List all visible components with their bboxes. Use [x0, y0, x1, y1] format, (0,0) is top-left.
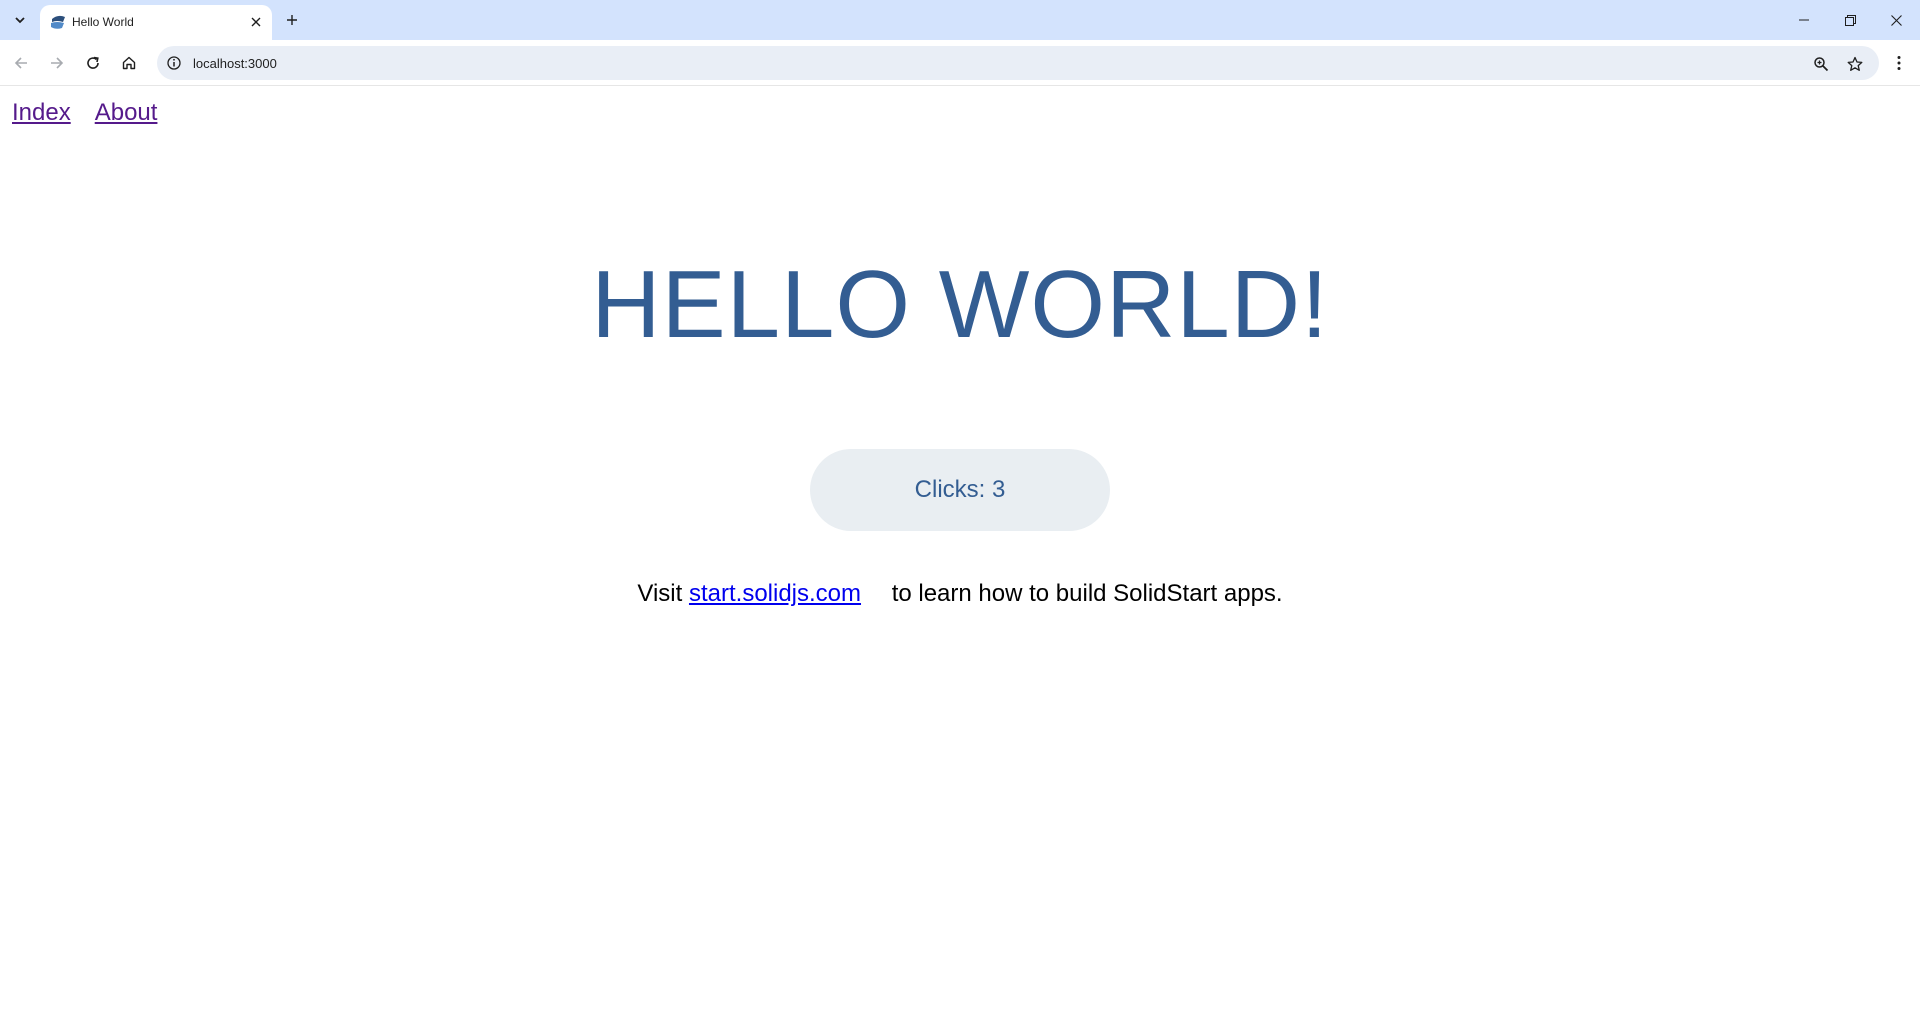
address-bar[interactable]: localhost:3000: [157, 46, 1879, 80]
home-button[interactable]: [113, 47, 145, 79]
zoom-icon: [1814, 57, 1829, 72]
minimize-button[interactable]: [1781, 0, 1827, 40]
address-url[interactable]: localhost:3000: [193, 56, 277, 71]
more-vert-icon: [1897, 56, 1901, 70]
home-icon: [122, 56, 136, 70]
restore-button[interactable]: [1827, 0, 1873, 40]
info-icon[interactable]: [166, 55, 182, 71]
star-icon: [1847, 56, 1863, 71]
minimize-icon: [1799, 19, 1809, 21]
page-viewport: Index About HELLO WORLD! Clicks: 3 Visit…: [0, 87, 1920, 1032]
new-tab-button[interactable]: [280, 8, 304, 32]
reload-button[interactable]: [77, 47, 109, 79]
window-close-button[interactable]: [1873, 0, 1919, 40]
click-counter-button[interactable]: Clicks: 3: [810, 449, 1110, 531]
site-nav: Index About: [12, 99, 157, 127]
tab-strip: Hello World: [0, 0, 1920, 40]
nav-link-about[interactable]: About: [95, 99, 158, 127]
chevron-down-icon: [15, 17, 25, 24]
restore-icon: [1844, 14, 1856, 26]
browser-tab-active[interactable]: Hello World: [40, 5, 272, 40]
footer-text: Visit start.solidjs.com to learn how to …: [0, 580, 1920, 608]
footer-prefix: Visit: [637, 580, 683, 607]
browser-menu-button[interactable]: [1884, 47, 1914, 79]
page-heading: HELLO WORLD!: [591, 251, 1329, 358]
forward-icon: [51, 57, 64, 69]
tab-search-button[interactable]: [7, 8, 33, 32]
nav-link-index[interactable]: Index: [12, 99, 71, 127]
solid-favicon: [51, 15, 65, 29]
back-button[interactable]: [5, 47, 37, 79]
window-close-icon: [1890, 14, 1902, 26]
close-icon: [251, 17, 261, 27]
zoom-button[interactable]: [1810, 53, 1832, 75]
browser-toolbar: localhost:3000: [0, 40, 1920, 86]
solidjs-link[interactable]: start.solidjs.com: [689, 580, 861, 607]
tab-close-button[interactable]: [246, 12, 266, 32]
back-icon: [14, 57, 27, 69]
reload-icon: [87, 56, 99, 69]
footer-suffix: to learn how to build SolidStart apps.: [891, 580, 1283, 607]
plus-icon: [287, 15, 297, 25]
forward-button[interactable]: [41, 47, 73, 79]
tab-title: Hello World: [72, 15, 134, 29]
bookmark-button[interactable]: [1844, 53, 1866, 75]
